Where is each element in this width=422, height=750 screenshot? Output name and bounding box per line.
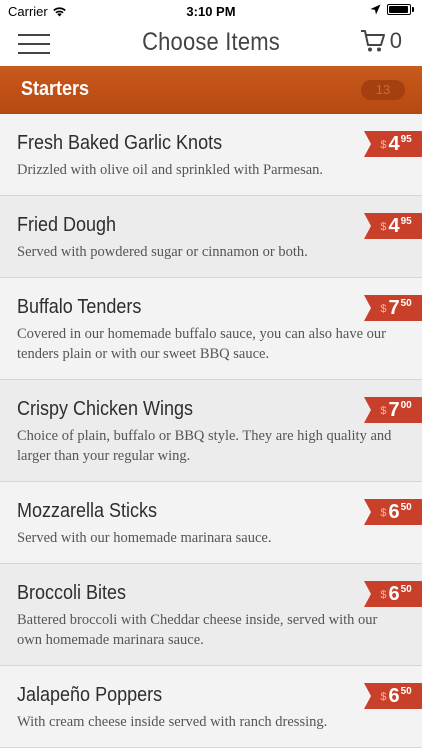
cart-button[interactable]: 0 bbox=[360, 28, 402, 54]
price-whole: 7 bbox=[388, 399, 400, 421]
price-currency: $ bbox=[380, 507, 387, 519]
item-name: Jalapeño Poppers bbox=[17, 684, 163, 706]
item-name: Fresh Baked Garlic Knots bbox=[17, 132, 223, 154]
list-item[interactable]: Broccoli Bites Battered broccoli with Ch… bbox=[0, 564, 422, 666]
price-cents: 50 bbox=[400, 298, 412, 309]
item-description: Choice of plain, buffalo or BBQ style. T… bbox=[17, 428, 392, 464]
item-name: Fried Dough bbox=[17, 214, 117, 236]
location-icon bbox=[370, 4, 381, 15]
battery-tip bbox=[412, 7, 414, 12]
price-whole: 6 bbox=[388, 583, 400, 605]
price-currency: $ bbox=[380, 691, 387, 703]
nav-bar: Choose Items 0 bbox=[0, 22, 422, 66]
price-cents: 50 bbox=[400, 584, 412, 595]
price-currency: $ bbox=[380, 405, 387, 417]
list-item[interactable]: Fried Dough Served with powdered sugar o… bbox=[0, 196, 422, 278]
category-title: Starters bbox=[21, 78, 90, 100]
list-item[interactable]: Buffalo Tenders Covered in our homemade … bbox=[0, 278, 422, 380]
price-currency: $ bbox=[380, 221, 387, 233]
price-tag: $7 00 bbox=[364, 397, 422, 423]
item-description: With cream cheese inside served with ran… bbox=[17, 714, 328, 730]
item-name: Broccoli Bites bbox=[17, 582, 127, 604]
category-count-badge: 13 bbox=[361, 80, 405, 100]
list-item[interactable]: Crispy Chicken Wings Choice of plain, bu… bbox=[0, 380, 422, 482]
price-whole: 7 bbox=[388, 297, 400, 319]
price-currency: $ bbox=[380, 139, 387, 151]
page-title: Choose Items bbox=[142, 28, 280, 56]
status-time: 3:10 PM bbox=[186, 4, 236, 19]
item-name: Buffalo Tenders bbox=[17, 296, 142, 318]
price-cents: 95 bbox=[400, 134, 412, 145]
item-description: Drizzled with olive oil and sprinkled wi… bbox=[17, 162, 324, 178]
item-list: Fresh Baked Garlic Knots Drizzled with o… bbox=[0, 114, 422, 748]
price-whole: 6 bbox=[388, 501, 400, 523]
price-tag: $4 95 bbox=[364, 213, 422, 239]
price-tag: $6 50 bbox=[364, 581, 422, 607]
price-whole: 6 bbox=[388, 685, 400, 707]
category-header[interactable]: Starters 13 bbox=[0, 66, 422, 114]
item-description: Served with powdered sugar or cinnamon o… bbox=[17, 244, 308, 260]
list-item[interactable]: Jalapeño Poppers With cream cheese insid… bbox=[0, 666, 422, 748]
item-name: Crispy Chicken Wings bbox=[17, 398, 194, 420]
price-whole: 4 bbox=[388, 215, 400, 237]
battery-icon bbox=[387, 4, 411, 15]
status-bar: Carrier 3:10 PM bbox=[0, 0, 422, 22]
price-currency: $ bbox=[380, 303, 387, 315]
cart-count: 0 bbox=[389, 28, 402, 53]
price-whole: 4 bbox=[388, 133, 400, 155]
cart-icon bbox=[360, 30, 385, 52]
status-right bbox=[370, 4, 414, 15]
list-item[interactable]: Mozzarella Sticks Served with our homema… bbox=[0, 482, 422, 564]
list-item[interactable]: Fresh Baked Garlic Knots Drizzled with o… bbox=[0, 114, 422, 196]
price-tag: $7 50 bbox=[364, 295, 422, 321]
price-tag: $6 50 bbox=[364, 683, 422, 709]
price-cents: 50 bbox=[400, 502, 412, 513]
price-currency: $ bbox=[380, 589, 387, 601]
item-name: Mozzarella Sticks bbox=[17, 500, 158, 522]
price-tag: $4 95 bbox=[364, 131, 422, 157]
price-cents: 00 bbox=[400, 400, 412, 411]
item-description: Battered broccoli with Cheddar cheese in… bbox=[17, 612, 378, 648]
price-cents: 95 bbox=[400, 216, 412, 227]
item-description: Covered in our homemade buffalo sauce, y… bbox=[17, 326, 386, 362]
price-cents: 50 bbox=[400, 686, 412, 697]
price-tag: $6 50 bbox=[364, 499, 422, 525]
item-description: Served with our homemade marinara sauce. bbox=[17, 530, 272, 546]
